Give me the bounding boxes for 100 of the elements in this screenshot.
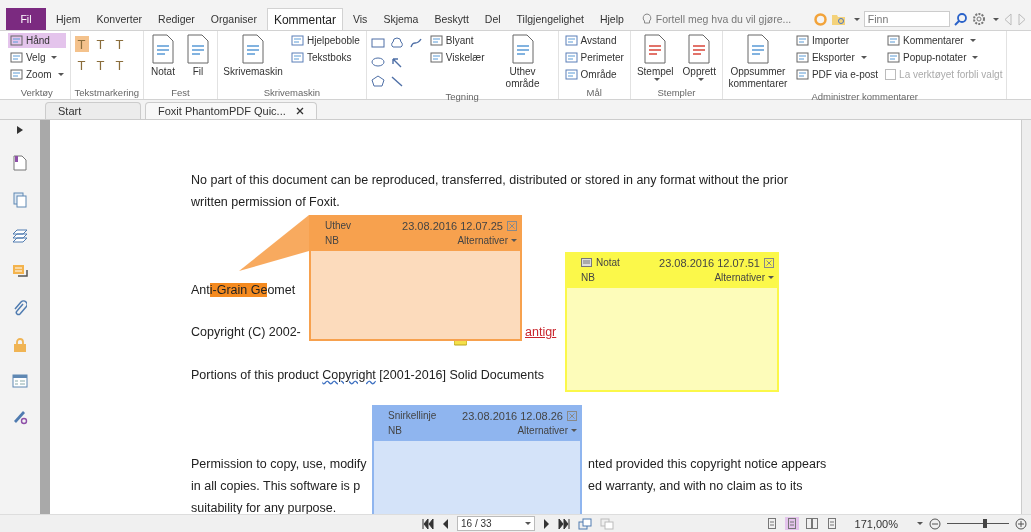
layers-icon[interactable] (12, 229, 28, 243)
text-markup-button[interactable]: T (112, 57, 127, 73)
first-page-icon[interactable] (422, 518, 434, 529)
file-tab[interactable]: Fil (6, 8, 46, 30)
ribbon-tab[interactable]: Del (478, 8, 507, 30)
find-field[interactable]: Finn (863, 11, 950, 27)
text-markup-button[interactable]: T (93, 57, 108, 73)
expand-arrow-icon[interactable] (17, 126, 23, 134)
options-menu[interactable]: Alternativer (517, 425, 577, 436)
caret-icon (57, 73, 64, 76)
rect-tool-icon[interactable] (370, 37, 385, 49)
ribbon-tab[interactable]: Beskytt (428, 8, 475, 30)
note-icon (581, 258, 592, 267)
ribbon-button[interactable]: Uthev område (491, 33, 554, 91)
text-markup-button[interactable]: T (74, 57, 89, 73)
tool-icon (10, 34, 23, 47)
close-icon[interactable] (295, 107, 304, 115)
form-fields-icon[interactable] (12, 374, 28, 388)
next-page-icon[interactable] (543, 518, 550, 529)
ribbon-tab[interactable]: Organiser (204, 8, 263, 30)
caret-icon[interactable] (853, 17, 860, 21)
last-page-icon[interactable] (558, 518, 570, 529)
ribbon-button[interactable]: Importer (793, 33, 881, 48)
zoom-in-icon[interactable] (1015, 517, 1027, 530)
ribbon-button[interactable]: Fil (183, 33, 213, 79)
comment-popup[interactable]: Uthev 23.08.2016 12.07.25 NB Alternativer (309, 215, 522, 341)
squiggle-tool-icon[interactable] (408, 37, 423, 49)
previous-view-icon[interactable] (578, 517, 592, 530)
ellipse-tool-icon[interactable] (370, 56, 385, 68)
options-menu[interactable]: Alternativer (457, 235, 517, 246)
tool-icon (10, 68, 23, 81)
document-text: written permission of Foxit. (191, 195, 340, 209)
options-menu[interactable]: Alternativer (714, 272, 774, 283)
zoom-out-icon[interactable] (929, 517, 941, 530)
vertical-scrollbar[interactable] (1021, 120, 1031, 514)
ribbon-button[interactable]: Opprett (680, 33, 718, 82)
caret-icon (768, 276, 774, 279)
ribbon-button[interactable]: Notat (148, 33, 178, 79)
ribbon-tab[interactable]: Vis (346, 8, 374, 30)
ribbon-button[interactable]: Zoom (8, 67, 66, 82)
ribbon-button[interactable]: Kommentarer (885, 33, 1003, 48)
document-tab[interactable]: Foxit PhantomPDF Quic... (145, 102, 317, 119)
tool-icon (291, 34, 304, 47)
ribbon-tab[interactable]: Hjelp (593, 8, 630, 30)
ribbon-tab[interactable]: Rediger (152, 8, 201, 30)
caret-icon[interactable] (992, 17, 999, 21)
page-layout-icon[interactable] (804, 517, 819, 530)
ribbon-button[interactable]: Hjelpeboble (289, 33, 362, 48)
ribbon-button[interactable]: Viskelær (427, 50, 487, 65)
bookmark-page-icon[interactable] (13, 155, 27, 171)
signature-pen-icon[interactable] (12, 409, 28, 425)
search-icon[interactable] (953, 12, 968, 26)
ribbon-button[interactable]: Hånd (8, 33, 66, 48)
arrow-tool-icon[interactable] (389, 56, 404, 68)
ribbon-tab[interactable]: Skjema (377, 8, 425, 30)
cloud-tool-icon[interactable] (389, 37, 404, 49)
ribbon-tab[interactable]: Hjem (50, 8, 87, 30)
ribbon-button[interactable]: Popup-notater (885, 50, 1003, 65)
group-label: Stempler (656, 87, 697, 99)
comment-popup[interactable]: Snirkellinje 23.08.2016 12.08.26 NB Alternativer (372, 405, 582, 514)
ribbon-button[interactable]: Oppsummer kommentarer (726, 33, 789, 91)
text-markup-button[interactable]: T (93, 36, 108, 52)
caret-icon[interactable] (917, 522, 923, 525)
ribbon-button[interactable]: Stempel (634, 33, 676, 82)
page-number-field[interactable]: 16 / 33 (457, 516, 535, 531)
ribbon-tab[interactable]: Kommentar (266, 8, 343, 30)
ribbon-button[interactable]: Velg (8, 50, 66, 65)
caret-icon (697, 78, 704, 81)
ribbon-button[interactable]: Blyant (427, 33, 487, 48)
ribbon-tab[interactable]: Tilgjengelighet (510, 8, 590, 30)
previous-page-icon[interactable] (442, 518, 449, 529)
slider-thumb[interactable] (983, 519, 988, 528)
pentagon-tool-icon[interactable] (370, 75, 385, 87)
page-layout-icon[interactable] (784, 517, 799, 530)
ribbon-button[interactable]: Tekstboks (289, 50, 362, 65)
popup-date: 23.08.2016 12.07.51 (659, 256, 760, 269)
comment-popup[interactable]: Notat 23.08.2016 12.07.51 NB Alternativer (565, 252, 779, 392)
popup-author: NB (581, 272, 595, 283)
caret-icon (51, 56, 58, 59)
line-tool-icon[interactable] (389, 75, 404, 87)
ribbon-button[interactable]: Område (562, 67, 626, 82)
pages-icon[interactable] (13, 192, 27, 208)
ribbon-button[interactable]: PDF via e-post (793, 67, 881, 82)
tell-me-field[interactable]: Fortell meg hva du vil gjøre... (655, 13, 806, 25)
folder-search-icon[interactable] (830, 12, 847, 26)
ribbon-tab[interactable]: Konverter (90, 8, 149, 30)
document-tab[interactable]: Start (45, 102, 141, 119)
text-markup-button[interactable]: T (112, 36, 127, 52)
group-label: Tegning (444, 91, 480, 102)
paperclip-icon[interactable] (13, 300, 27, 316)
tool-icon (291, 51, 304, 64)
ribbon-button[interactable]: Perimeter (562, 50, 626, 65)
ribbon-button[interactable]: Avstand (562, 33, 626, 48)
tool-icon (795, 51, 809, 64)
comments-icon[interactable] (12, 264, 28, 279)
document-text: Permission to copy, use, modify (191, 457, 367, 471)
page-icon (150, 34, 176, 64)
ribbon-button[interactable]: Skrivemaskin (222, 33, 284, 79)
ribbon-button[interactable]: Eksporter (793, 50, 881, 65)
settings-icon[interactable] (971, 12, 986, 26)
